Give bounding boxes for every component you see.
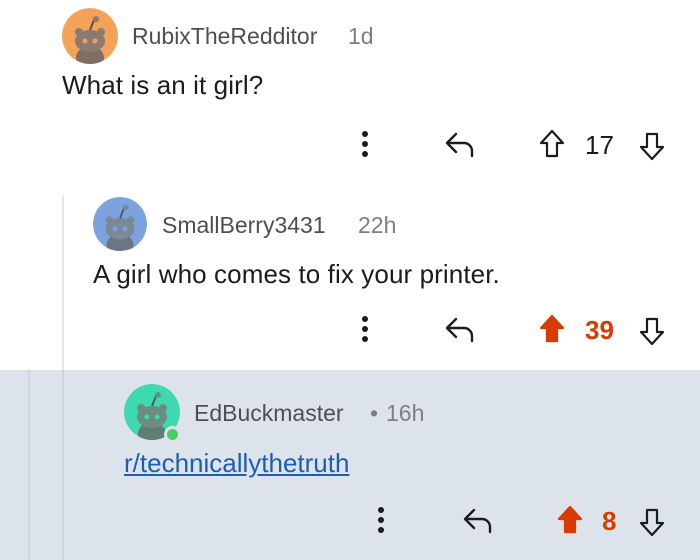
downvote-icon[interactable] bbox=[638, 315, 666, 347]
vote-score: 39 bbox=[585, 315, 614, 345]
comment-username[interactable]: SmallBerry3431 bbox=[162, 212, 326, 239]
subreddit-link[interactable]: r/technicallythetruth bbox=[124, 448, 349, 479]
upvote-filled-icon[interactable] bbox=[556, 504, 584, 536]
downvote-icon[interactable] bbox=[638, 506, 666, 538]
comment-3: EdBuckmaster • 16h r/technicallythetruth… bbox=[0, 370, 700, 560]
snoo-avatar-icon bbox=[93, 197, 147, 251]
reply-icon[interactable] bbox=[444, 315, 476, 343]
comment-body: What is an it girl? bbox=[62, 70, 264, 100]
comment-body: A girl who comes to fix your printer. bbox=[93, 259, 500, 289]
more-vertical-icon[interactable] bbox=[358, 130, 372, 158]
vote-score: 8 bbox=[602, 506, 617, 536]
comment-age: 22h bbox=[358, 212, 397, 238]
upvote-icon[interactable] bbox=[538, 128, 566, 160]
user-avatar[interactable] bbox=[93, 197, 147, 251]
reply-icon[interactable] bbox=[462, 506, 494, 534]
downvote-icon[interactable] bbox=[638, 130, 666, 162]
comment-age: 1d bbox=[348, 23, 374, 49]
comment-age: 16h bbox=[386, 400, 425, 426]
comment-username[interactable]: RubixTheRedditor bbox=[132, 23, 317, 50]
vote-score: 17 bbox=[585, 130, 614, 160]
reply-icon[interactable] bbox=[444, 130, 476, 158]
comment-2: SmallBerry3431 22h A girl who comes to f… bbox=[0, 185, 700, 370]
upvote-filled-icon[interactable] bbox=[538, 313, 566, 345]
meta-separator: • bbox=[370, 400, 379, 426]
more-vertical-icon[interactable] bbox=[358, 315, 372, 343]
online-status-indicator bbox=[164, 426, 181, 443]
more-vertical-icon[interactable] bbox=[374, 506, 388, 534]
comment-1: RubixTheRedditor 1d What is an it girl? … bbox=[0, 0, 700, 185]
user-avatar[interactable] bbox=[62, 8, 118, 64]
comment-username[interactable]: EdBuckmaster bbox=[194, 400, 344, 427]
snoo-avatar-icon bbox=[62, 8, 118, 64]
